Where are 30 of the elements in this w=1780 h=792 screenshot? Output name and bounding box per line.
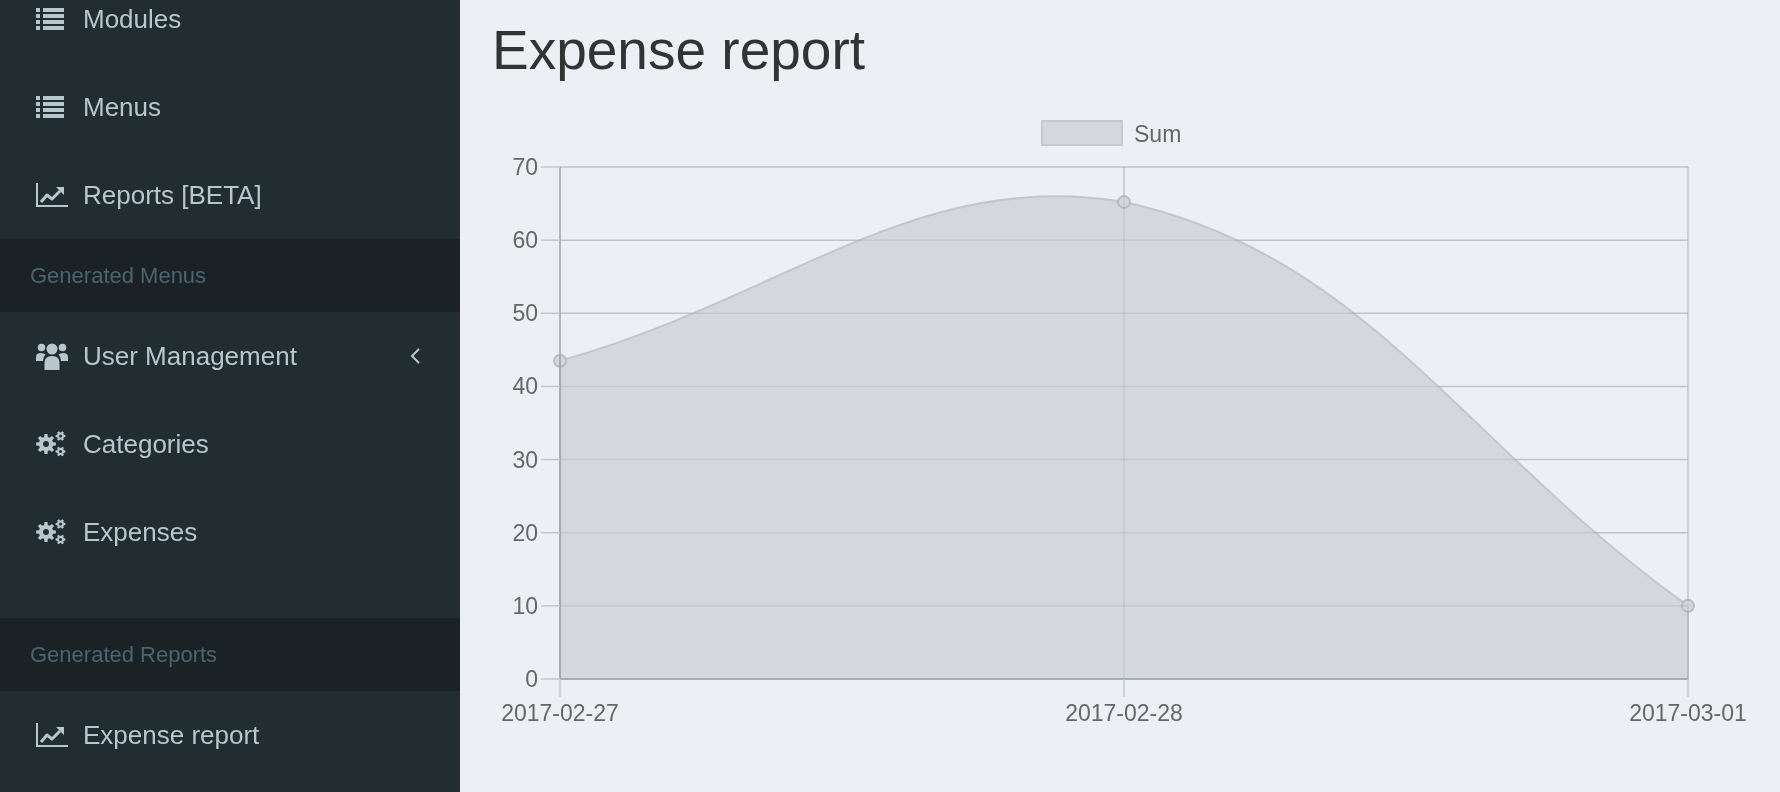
legend-label: Sum bbox=[1134, 121, 1182, 147]
y-tick-label: 40 bbox=[512, 373, 538, 400]
sidebar-item[interactable]: Expense report bbox=[0, 691, 460, 779]
sidebar-item[interactable]: Menus bbox=[0, 63, 460, 151]
legend-swatch-icon bbox=[1041, 120, 1123, 146]
x-tick-label: 2017-03-01 bbox=[1629, 700, 1747, 726]
x-tick-label: 2017-02-28 bbox=[1065, 700, 1183, 726]
list-icon bbox=[36, 8, 64, 30]
line-chart-icon bbox=[36, 183, 68, 207]
line-chart-icon bbox=[36, 723, 68, 747]
sidebar-section-header: Generated Reports bbox=[0, 618, 460, 691]
y-tick-label: 10 bbox=[512, 592, 538, 619]
users-icon bbox=[36, 342, 68, 370]
sidebar-item[interactable]: Reports [BETA] bbox=[0, 151, 460, 239]
x-tick-label: 2017-02-27 bbox=[501, 700, 619, 726]
sidebar-item[interactable]: Expenses bbox=[0, 488, 460, 576]
gears-icon bbox=[36, 430, 66, 458]
sidebar-item[interactable]: Modules bbox=[0, 0, 460, 63]
sidebar-item[interactable]: User Management bbox=[0, 312, 460, 400]
sidebar-section-header: Generated Menus bbox=[0, 239, 460, 312]
y-tick-label: 50 bbox=[512, 300, 538, 327]
y-tick-label: 20 bbox=[512, 519, 538, 546]
y-tick-label: 60 bbox=[512, 227, 538, 254]
list-icon bbox=[36, 96, 64, 118]
gears-icon bbox=[36, 518, 66, 546]
y-tick-label: 70 bbox=[512, 154, 538, 180]
page-title: Expense report bbox=[492, 18, 865, 82]
y-tick-label: 0 bbox=[525, 666, 538, 692]
y-tick-label: 30 bbox=[512, 446, 538, 473]
sidebar-item[interactable]: Categories bbox=[0, 400, 460, 488]
